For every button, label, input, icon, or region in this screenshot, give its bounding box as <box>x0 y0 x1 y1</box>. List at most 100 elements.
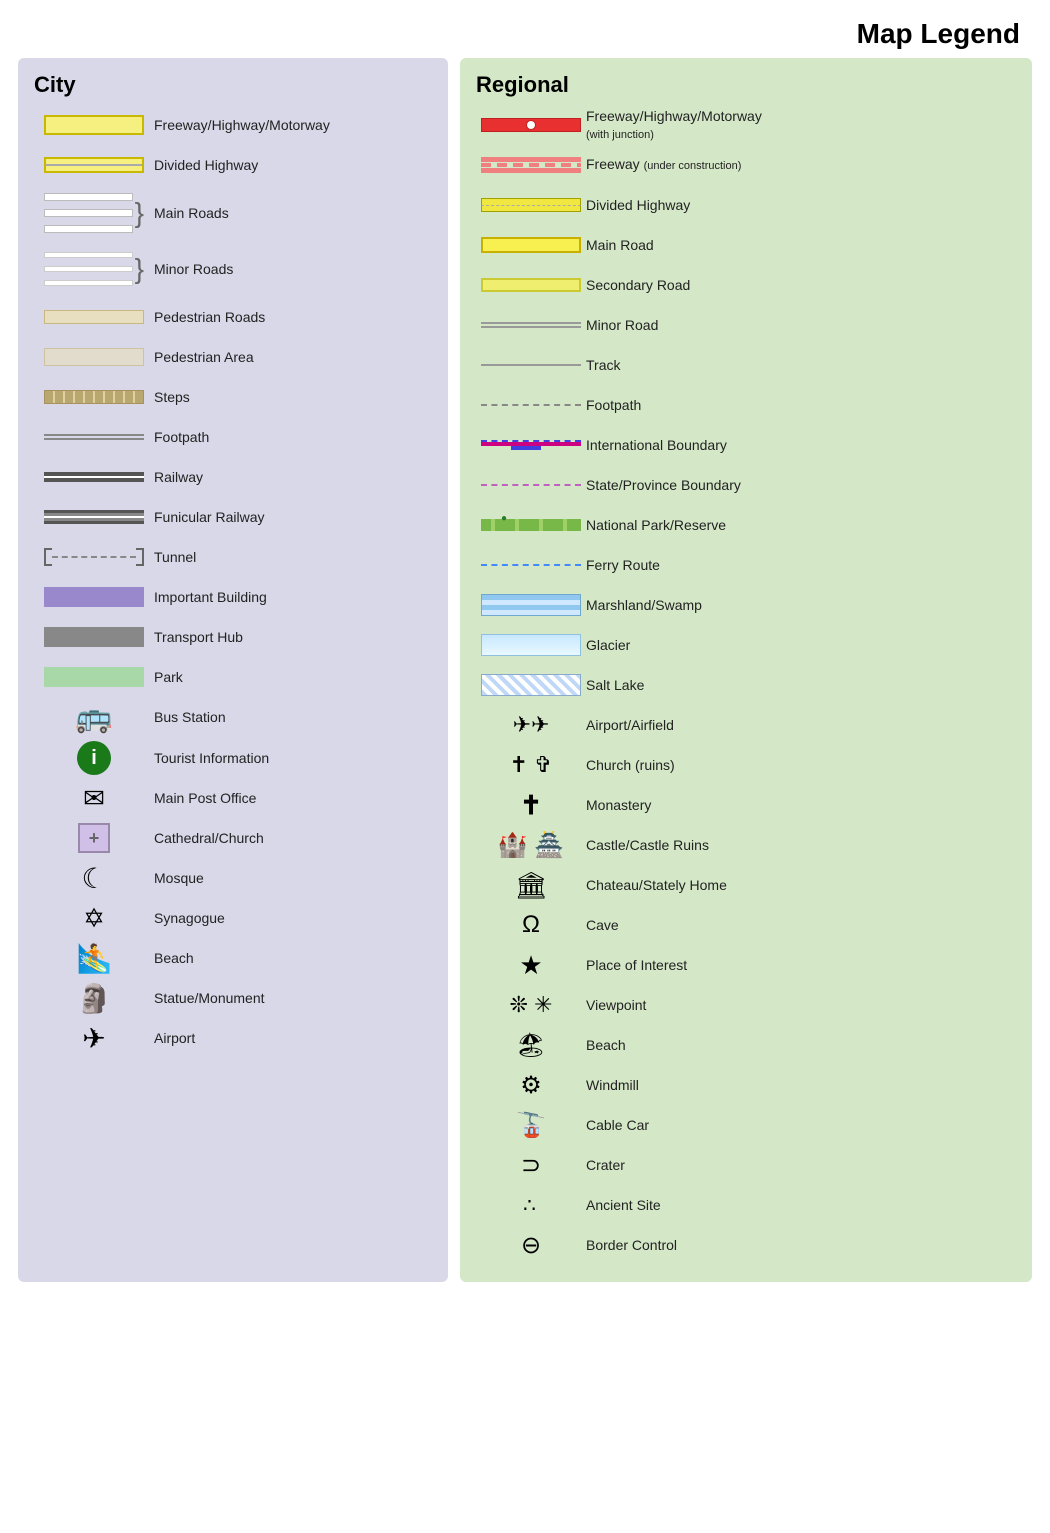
reg-castle-symbol: 🏰 🏯 <box>476 831 586 860</box>
footpath-label: Footpath <box>154 429 209 446</box>
list-item: ☾ Mosque <box>34 861 432 895</box>
list-item: Footpath <box>476 388 1016 422</box>
reg-ferry-label: Ferry Route <box>586 557 660 574</box>
list-item: 🏰 🏯 Castle/Castle Ruins <box>476 828 1016 862</box>
reg-freeway-construct-symbol <box>476 157 586 173</box>
castle-icon: 🏰 🏯 <box>498 831 564 860</box>
airport-icon: ✈ <box>82 1022 105 1055</box>
reg-beach-icon: 🏖 <box>516 1031 546 1060</box>
reg-footpath-symbol <box>476 404 586 406</box>
list-item: Pedestrian Area <box>34 340 432 374</box>
transport-hub-symbol <box>34 627 154 647</box>
reg-beach-symbol: 🏖 <box>476 1031 586 1060</box>
reg-monastery-symbol: ✝ <box>476 790 586 821</box>
list-item: ✈✈ Airport/Airfield <box>476 708 1016 742</box>
freeway-highway-label: Freeway/Highway/Motorway <box>154 117 330 134</box>
reg-poi-label: Place of Interest <box>586 957 687 974</box>
funicular-label: Funicular Railway <box>154 509 264 526</box>
railway-symbol <box>34 472 154 482</box>
synagogue-symbol: ✡ <box>34 903 154 934</box>
cathedral-symbol: + <box>34 823 154 853</box>
crater-icon: ⊃ <box>521 1151 541 1180</box>
reg-cave-label: Cave <box>586 917 619 934</box>
list-item: Salt Lake <box>476 668 1016 702</box>
list-item: } Main Roads <box>34 188 432 238</box>
city-column: City Freeway/Highway/Motorway Divided Hi… <box>18 58 448 1282</box>
list-item: Divided Highway <box>34 148 432 182</box>
list-item: Ferry Route <box>476 548 1016 582</box>
reg-crater-label: Crater <box>586 1157 625 1174</box>
reg-state-label: State/Province Boundary <box>586 477 741 494</box>
list-item: Pedestrian Roads <box>34 300 432 334</box>
page-title: Map Legend <box>0 0 1050 58</box>
synagogue-label: Synagogue <box>154 910 225 927</box>
reg-footpath-label: Footpath <box>586 397 641 414</box>
list-item: ✈ Airport <box>34 1021 432 1055</box>
reg-divided-label: Divided Highway <box>586 197 690 214</box>
divided-highway-label: Divided Highway <box>154 157 258 174</box>
viewpoint-icon: ❊ ✳ <box>510 992 553 1018</box>
airport-city-label: Airport <box>154 1030 195 1047</box>
cathedral-label: Cathedral/Church <box>154 830 264 847</box>
funicular-symbol <box>34 510 154 524</box>
minor-roads-symbol: } <box>34 252 154 286</box>
reg-mainroad-symbol <box>476 237 586 253</box>
regional-column: Regional Freeway/Highway/Motorway(with j… <box>460 58 1032 1282</box>
park-label: Park <box>154 669 183 686</box>
list-item: } Minor Roads <box>34 244 432 294</box>
transport-hub-label: Transport Hub <box>154 629 243 646</box>
beach-city-label: Beach <box>154 950 194 967</box>
list-item: Ω Cave <box>476 908 1016 942</box>
reg-freeway-construct-label: Freeway (under construction) <box>586 156 741 173</box>
reg-ancient-label: Ancient Site <box>586 1197 661 1214</box>
chateau-icon: 🏛 <box>514 870 547 901</box>
footpath-symbol <box>34 434 154 440</box>
list-item: ✡ Synagogue <box>34 901 432 935</box>
reg-track-symbol <box>476 364 586 367</box>
post-office-symbol: ✉ <box>34 783 154 814</box>
synagogue-icon: ✡ <box>83 903 105 934</box>
list-item: 🏛 Chateau/Stately Home <box>476 868 1016 902</box>
pedestrian-area-symbol <box>34 348 154 366</box>
list-item: ⊃ Crater <box>476 1148 1016 1182</box>
bus-station-symbol: 🚌 <box>34 700 154 735</box>
list-item: Divided Highway <box>476 188 1016 222</box>
list-item: ● National Park/Reserve <box>476 508 1016 542</box>
post-office-label: Main Post Office <box>154 790 256 807</box>
reg-border-label: Border Control <box>586 1237 677 1254</box>
list-item: 🚌 Bus Station <box>34 700 432 735</box>
list-item: Marshland/Swamp <box>476 588 1016 622</box>
reg-cave-symbol: Ω <box>476 911 586 939</box>
mosque-symbol: ☾ <box>34 862 154 895</box>
railway-label: Railway <box>154 469 203 486</box>
cablecar-icon: 🚡 <box>516 1111 546 1140</box>
bus-station-label: Bus Station <box>154 709 226 726</box>
list-item: ✉ Main Post Office <box>34 781 432 815</box>
monastery-icon: ✝ <box>520 790 542 821</box>
reg-chateau-label: Chateau/Stately Home <box>586 877 727 894</box>
reg-airport-label: Airport/Airfield <box>586 717 674 734</box>
list-item: ⊖ Border Control <box>476 1228 1016 1262</box>
list-item: Tunnel <box>34 540 432 574</box>
info-icon: i <box>77 741 111 775</box>
list-item: Glacier <box>476 628 1016 662</box>
list-item: 🏄 Beach <box>34 941 432 975</box>
reg-mainroad-label: Main Road <box>586 237 654 254</box>
mail-icon: ✉ <box>83 783 105 814</box>
list-item: Freeway/Highway/Motorway <box>34 108 432 142</box>
list-item: Secondary Road <box>476 268 1016 302</box>
statue-icon: 🗿 <box>77 982 112 1015</box>
cross-icon: ✝ ✞ <box>510 752 553 778</box>
tourist-info-label: Tourist Information <box>154 750 269 767</box>
minor-roads-label: Minor Roads <box>154 261 233 278</box>
list-item: Track <box>476 348 1016 382</box>
beach-city-symbol: 🏄 <box>34 942 154 975</box>
airport-city-symbol: ✈ <box>34 1022 154 1055</box>
list-item: ❊ ✳ Viewpoint <box>476 988 1016 1022</box>
reg-glacier-label: Glacier <box>586 637 630 654</box>
reg-state-symbol <box>476 484 586 486</box>
important-building-symbol <box>34 587 154 607</box>
list-item: ✝ Monastery <box>476 788 1016 822</box>
reg-glacier-symbol <box>476 634 586 656</box>
main-roads-symbol: } <box>34 193 154 233</box>
